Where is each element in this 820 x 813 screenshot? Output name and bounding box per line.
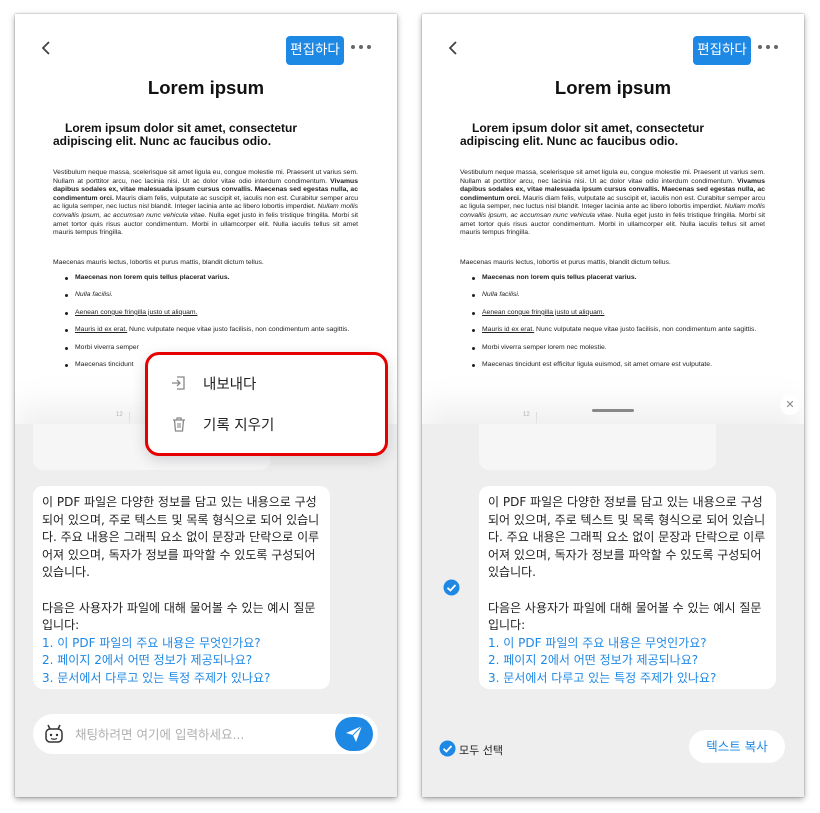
context-menu: 내보내다 기록 지우기 — [145, 352, 388, 456]
chat-input[interactable] — [75, 725, 315, 743]
assistant-response-card[interactable]: 이 PDF 파일은 다양한 정보를 담고 있는 내용으로 구성되어 있으며, 주… — [33, 486, 330, 689]
edit-button[interactable]: 편집하다 — [286, 36, 344, 65]
right-screen: 편집하다 Lorem ipsum Lorem ipsum dolor sit a… — [422, 14, 804, 797]
list-item: Maecenas tincidunt est efficitur ligula … — [472, 361, 767, 370]
chat-panel: 이 PDF 파일은 다양한 정보를 담고 있는 내용으로 구성되어 있으며, 주… — [15, 424, 397, 797]
list-item: Aenean congue fringilla justo ut aliquam… — [472, 309, 767, 318]
list-item: Morbi viverra semper — [65, 344, 360, 353]
message-check-icon[interactable] — [443, 579, 460, 596]
top-bar: 편집하다 — [15, 14, 397, 72]
response-summary: 이 PDF 파일은 다양한 정보를 담고 있는 내용으로 구성되어 있으며, 주… — [488, 495, 766, 580]
copy-text-button[interactable]: 텍스트 복사 — [689, 730, 785, 763]
response-intro: 다음은 사용자가 파일에 대해 물어볼 수 있는 예시 질문입니다: — [488, 600, 762, 633]
response-summary: 이 PDF 파일은 다양한 정보를 담고 있는 내용으로 구성되어 있으며, 주… — [42, 495, 320, 580]
select-all-label: 모두 선택 — [459, 744, 503, 757]
document-list: Maecenas non lorem quis tellus placerat … — [472, 274, 767, 378]
clear-history-menu-item[interactable]: 기록 지우기 — [148, 404, 385, 444]
list-item: Mauris id ex erat. Nunc vulputate neque … — [65, 326, 360, 335]
chat-panel: 이 PDF 파일은 다양한 정보를 담고 있는 내용으로 구성되어 있으며, 주… — [422, 424, 804, 797]
export-icon — [172, 376, 185, 390]
list-item: Maecenas non lorem quis tellus placerat … — [472, 274, 767, 283]
more-options-icon[interactable] — [351, 45, 371, 51]
previous-message-card — [479, 424, 716, 470]
suggested-question-3[interactable]: 3. 문서에서 다루고 있는 특정 주제가 있나요? — [488, 670, 767, 688]
document-paragraph-2: Maecenas mauris lectus, lobortis et puru… — [460, 259, 671, 266]
assistant-response-card[interactable]: 이 PDF 파일은 다양한 정보를 담고 있는 내용으로 구성되어 있으며, 주… — [479, 486, 776, 689]
suggested-question-2[interactable]: 2. 페이지 2에서 어떤 정보가 제공되나요? — [488, 652, 767, 670]
document-paragraph: Vestibulum neque massa, scelerisque sit … — [460, 169, 765, 237]
left-screen: 편집하다 Lorem ipsum Lorem ipsum dolor sit a… — [15, 14, 397, 797]
list-item: Nulla facilisi. — [65, 291, 360, 300]
edit-button[interactable]: 편집하다 — [693, 36, 751, 65]
document-subtitle: Lorem ipsum dolor sit amet, consectetur … — [53, 121, 298, 148]
list-item: Mauris id ex erat. Nunc vulputate neque … — [472, 326, 767, 335]
document-title: Lorem ipsum — [147, 77, 265, 98]
export-menu-item[interactable]: 내보내다 — [148, 363, 385, 403]
top-bar: 편집하다 — [422, 14, 804, 72]
document-paragraph: Vestibulum neque massa, scelerisque sit … — [53, 169, 358, 237]
export-label: 내보내다 — [203, 377, 257, 393]
chart-y-tick: 12 — [523, 412, 530, 418]
list-item: Maecenas non lorem quis tellus placerat … — [65, 274, 360, 283]
suggested-question-2[interactable]: 2. 페이지 2에서 어떤 정보가 제공되나요? — [42, 652, 321, 670]
list-item: Aenean congue fringilla justo ut aliquam… — [65, 309, 360, 318]
clear-history-label: 기록 지우기 — [203, 418, 275, 434]
send-button[interactable] — [335, 717, 373, 751]
trash-icon — [173, 417, 185, 432]
document-title: Lorem ipsum — [554, 77, 672, 98]
drag-handle[interactable] — [592, 409, 634, 412]
back-arrow-icon[interactable] — [446, 39, 460, 57]
suggested-question-3[interactable]: 3. 문서에서 다루고 있는 특정 주제가 있나요? — [42, 670, 321, 688]
document-paragraph-2: Maecenas mauris lectus, lobortis et puru… — [53, 259, 264, 266]
document-subtitle: Lorem ipsum dolor sit amet, consectetur … — [460, 121, 705, 148]
list-item: Morbi viverra semper lorem nec molestie. — [472, 344, 767, 353]
chart-y-tick: 12 — [116, 412, 123, 418]
suggested-question-1[interactable]: 1. 이 PDF 파일의 주요 내용은 무엇인가요? — [488, 635, 767, 653]
response-intro: 다음은 사용자가 파일에 대해 물어볼 수 있는 예시 질문입니다: — [42, 600, 316, 633]
suggested-question-1[interactable]: 1. 이 PDF 파일의 주요 내용은 무엇인가요? — [42, 635, 321, 653]
robot-icon[interactable] — [43, 723, 65, 745]
send-icon — [346, 725, 363, 742]
more-options-icon[interactable] — [758, 45, 778, 51]
checkmark-icon — [439, 740, 456, 757]
chat-input-bar — [33, 714, 378, 754]
back-arrow-icon[interactable] — [39, 39, 53, 57]
close-icon[interactable]: ✕ — [780, 395, 800, 415]
list-item: Nulla facilisi. — [472, 291, 767, 300]
